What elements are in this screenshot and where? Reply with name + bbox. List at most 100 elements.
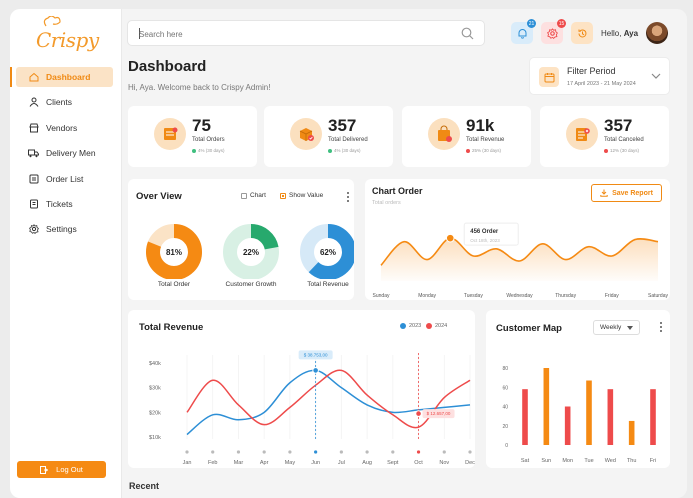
total-revenue-card: Total Revenue 2023 2024 $10k $20k $30k $40k… — [128, 310, 475, 468]
x-tick-dot — [365, 450, 369, 454]
sidebar-item-order-list[interactable]: Order List — [10, 169, 122, 189]
ticket-icon — [28, 198, 39, 209]
stat-label: Total Revenue — [466, 137, 505, 143]
chart-order-card: Chart Order Total orders Save Report 456… — [365, 179, 670, 300]
x-tick-label: Dec — [465, 460, 475, 466]
sidebar-item-tickets[interactable]: Tickets — [10, 194, 122, 214]
x-tick-label: Jun — [311, 460, 320, 466]
x-tick-label: Aug — [362, 460, 372, 466]
search-input[interactable] — [139, 27, 439, 41]
sidebar-item-label: Clients — [46, 97, 72, 108]
sidebar-item-label: Vendors — [46, 122, 78, 133]
sidebar-item-label: Settings — [46, 224, 77, 235]
history-button[interactable] — [571, 22, 593, 44]
filter-range: 17 April 2023 - 21 May 2024 — [567, 81, 636, 87]
stat-trend-text: 4% (30 days) — [198, 148, 225, 153]
stat-label: Total Delivered — [328, 137, 368, 143]
bar-wed — [607, 389, 614, 445]
bar-thu — [628, 420, 635, 445]
y-tick-label: 60 — [502, 385, 508, 391]
app-window: Crispy Dashboard Clients Vendors Deliver… — [10, 9, 687, 498]
x-tick-label: Sept — [387, 460, 399, 466]
trend-up-icon — [328, 148, 332, 153]
logout-label: Log Out — [56, 465, 83, 474]
filter-title: Filter Period — [567, 66, 616, 76]
calendar-icon — [539, 67, 559, 87]
order-x-tick: Saturday — [648, 293, 669, 299]
search-icon[interactable] — [461, 27, 474, 45]
store-icon — [28, 122, 39, 133]
x-tick-label: May — [285, 460, 296, 466]
sidebar-item-vendors[interactable]: Vendors — [10, 118, 122, 138]
y-tick-label: $30k — [149, 386, 161, 392]
order-x-tick: Wednesday — [506, 293, 533, 299]
x-tick-label: Sun — [541, 458, 551, 464]
x-tick-label: Apr — [260, 460, 269, 466]
x-tick-label: Tue — [584, 458, 593, 464]
revenue-bag-icon — [428, 118, 460, 150]
sidebar-item-label: Order List — [46, 173, 84, 184]
x-tick-dot — [391, 450, 395, 454]
trend-down-icon — [466, 148, 470, 153]
notifications-button[interactable]: 21 — [511, 19, 536, 44]
stat-value: 357 — [328, 116, 357, 135]
bar-mon — [564, 406, 571, 445]
trend-down-icon — [604, 148, 608, 153]
sidebar: Crispy Dashboard Clients Vendors Deliver… — [10, 9, 122, 498]
revenue-line-2024 — [186, 369, 471, 429]
x-tick-dot — [468, 450, 472, 454]
y-tick-label: 80 — [502, 366, 508, 372]
y-tick-label: $20k — [149, 410, 161, 416]
stat-trend-text: 12% (30 days) — [610, 148, 640, 153]
logo-text: Crispy — [36, 28, 99, 52]
x-tick-dot — [416, 450, 421, 454]
stat-label: Total Canceled — [604, 137, 644, 143]
x-tick-label: Nov — [439, 460, 449, 466]
sidebar-item-clients[interactable]: Clients — [10, 92, 122, 112]
stat-value: 75 — [192, 116, 211, 135]
total-revenue-plot: $10k $20k $30k $40k $ 38.753,00 $ 12.657,00 Ja… — [149, 350, 475, 466]
y-tick-label: $40k — [149, 361, 161, 367]
history-icon — [578, 28, 586, 37]
donut-label: Customer Growth — [225, 281, 277, 288]
stat-card-total-revenue: 91k Total Revenue 25% (30 days) — [402, 106, 531, 167]
avatar[interactable] — [646, 22, 668, 44]
donut-value: 22% — [243, 248, 259, 257]
y-tick-label: $10k — [149, 435, 161, 441]
stat-value: 91k — [466, 116, 495, 135]
y-tick-label: 20 — [502, 424, 508, 430]
orders-icon — [154, 118, 186, 150]
filter-period-dropdown[interactable]: Filter Period 17 April 2023 - 21 May 202… — [529, 57, 670, 95]
x-tick-dot — [236, 450, 241, 454]
stat-card-total-orders: 75 Total Orders 4% (30 days) — [128, 106, 257, 167]
sidebar-item-label: Dashboard — [46, 72, 91, 82]
gear-icon — [28, 224, 39, 235]
settings-button[interactable]: 15 — [541, 19, 566, 44]
sidebar-item-settings[interactable]: Settings — [10, 219, 122, 239]
canceled-list-icon — [566, 118, 598, 150]
y-tick-label: 40 — [502, 405, 508, 411]
greeting-prefix: Hello, — [601, 29, 622, 38]
donut-value: 81% — [166, 248, 182, 257]
delivered-box-icon — [290, 118, 322, 150]
gear-icon — [546, 27, 558, 39]
x-tick-dot — [211, 450, 215, 454]
notifications-badge: 21 — [527, 19, 536, 28]
stat-trend: 4% (30 days) — [192, 148, 225, 153]
donut-label: Total Revenue — [307, 281, 349, 288]
logout-button[interactable]: Log Out — [17, 461, 106, 478]
sidebar-item-dashboard[interactable]: Dashboard — [10, 67, 113, 87]
x-tick-label: Thu — [627, 458, 636, 464]
annotation-value-2024: $ 12.657,00 — [427, 411, 451, 416]
search-bar — [127, 20, 485, 46]
home-icon — [28, 72, 39, 83]
annotation-point-2024 — [415, 410, 422, 417]
customer-map-card: Customer Map Weekly 0 20 40 60 80 Sat Sun Mon Tu… — [486, 310, 670, 468]
stat-trend: 4% (30 days) — [328, 148, 361, 153]
chevron-down-icon — [651, 73, 661, 79]
sidebar-item-delivery-men[interactable]: Delivery Men — [10, 143, 122, 163]
stat-trend: 12% (30 days) — [604, 148, 639, 153]
bar-fri — [650, 389, 656, 445]
order-tooltip-date: Oct 18th, 2023 — [470, 238, 500, 243]
bar-sun — [543, 368, 550, 445]
